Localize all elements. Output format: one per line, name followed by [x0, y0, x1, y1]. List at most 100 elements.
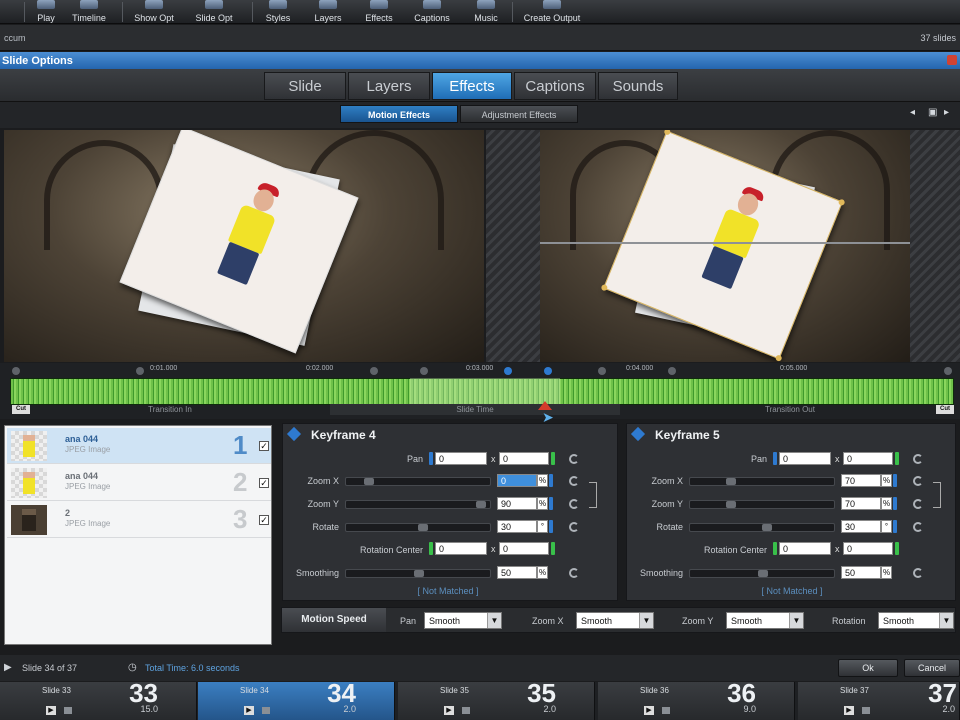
not-matched-link[interactable]: [ Not Matched ]: [727, 586, 857, 596]
keyframe-marker[interactable]: [420, 367, 428, 375]
zoom-x-speed-select[interactable]: Smooth ▼: [576, 612, 654, 629]
reset-icon[interactable]: [913, 499, 923, 509]
pan-speed-select[interactable]: Smooth ▼: [424, 612, 502, 629]
play-icon[interactable]: ▶: [244, 706, 254, 715]
zoom-y-slider[interactable]: [689, 500, 835, 509]
layer-visible-checkbox[interactable]: ✓: [259, 441, 269, 451]
keyframe-marker[interactable]: [668, 367, 676, 375]
keyframe-marker-selected[interactable]: [504, 367, 512, 375]
styles-button[interactable]: Styles: [258, 0, 298, 24]
pan-y-input[interactable]: 0: [843, 452, 893, 465]
layers-button[interactable]: Layers: [308, 0, 348, 24]
sound-icon[interactable]: [662, 707, 670, 714]
reset-icon[interactable]: [913, 522, 923, 532]
start-preview[interactable]: [4, 130, 484, 362]
smoothing-slider[interactable]: [345, 569, 491, 578]
filmstrip-slide[interactable]: Slide 33 33 15.0 ▶: [0, 678, 197, 720]
filmstrip-slide[interactable]: Slide 36 36 9.0 ▶: [598, 678, 795, 720]
zoom-y-input[interactable]: 90: [497, 497, 537, 510]
close-icon[interactable]: [947, 55, 957, 65]
reset-icon[interactable]: [569, 568, 579, 578]
list-item[interactable]: ana 044 JPEG Image 1 ✓: [7, 428, 271, 464]
reset-icon[interactable]: [569, 522, 579, 532]
cancel-button[interactable]: Cancel: [904, 659, 960, 677]
zoom-x-input[interactable]: 0: [497, 474, 537, 487]
reset-icon[interactable]: [569, 499, 579, 509]
slide-options-button[interactable]: Slide Opt: [188, 0, 240, 24]
music-button[interactable]: Music: [466, 0, 506, 24]
arrow-left-icon[interactable]: ◂: [910, 108, 922, 118]
sound-icon[interactable]: [262, 707, 270, 714]
sound-icon[interactable]: [462, 707, 470, 714]
zoom-y-speed-select[interactable]: Smooth ▼: [726, 612, 804, 629]
keyframe-marker-selected[interactable]: [544, 367, 552, 375]
reset-icon[interactable]: [913, 568, 923, 578]
resize-handle[interactable]: [663, 130, 672, 136]
rotate-input[interactable]: 30: [497, 520, 537, 533]
reset-icon[interactable]: [913, 454, 923, 464]
filmstrip-slide-selected[interactable]: Slide 34 34 2.0 ▶: [198, 678, 395, 720]
keyframe-marker[interactable]: [136, 367, 144, 375]
captions-button[interactable]: Captions: [408, 0, 456, 24]
tab-adjustment-effects[interactable]: Adjustment Effects: [460, 105, 578, 123]
zoom-y-input[interactable]: 70: [841, 497, 881, 510]
pan-x-input[interactable]: 0: [435, 452, 487, 465]
tab-motion-effects[interactable]: Motion Effects: [340, 105, 458, 123]
arrow-right-icon[interactable]: ▸: [944, 108, 956, 118]
resize-handle[interactable]: [600, 283, 609, 292]
resize-handle[interactable]: [774, 354, 783, 362]
rotation-center-x-input[interactable]: 0: [435, 542, 487, 555]
zoom-y-slider[interactable]: [345, 500, 491, 509]
sound-icon[interactable]: [862, 707, 870, 714]
tab-captions[interactable]: Captions: [514, 72, 596, 100]
rotation-center-y-input[interactable]: 0: [499, 542, 549, 555]
tab-effects[interactable]: Effects: [432, 72, 512, 100]
play-icon[interactable]: ▶: [46, 706, 56, 715]
timeline-button[interactable]: Timeline: [66, 0, 112, 24]
ok-button[interactable]: Ok: [838, 659, 898, 677]
pan-y-input[interactable]: 0: [499, 452, 549, 465]
rotation-center-x-input[interactable]: 0: [779, 542, 831, 555]
end-preview[interactable]: [540, 130, 910, 362]
zoom-x-input[interactable]: 70: [841, 474, 881, 487]
tab-layers[interactable]: Layers: [348, 72, 430, 100]
rotate-slider[interactable]: [345, 523, 491, 532]
play-icon[interactable]: ▶: [444, 706, 454, 715]
smoothing-slider[interactable]: [689, 569, 835, 578]
list-item[interactable]: 2 JPEG Image 3 ✓: [7, 502, 271, 538]
create-output-button[interactable]: Create Output: [518, 0, 586, 24]
reset-icon[interactable]: [913, 476, 923, 486]
rotate-input[interactable]: 30: [841, 520, 881, 533]
smoothing-input[interactable]: 50: [497, 566, 537, 579]
show-options-button[interactable]: Show Opt: [128, 0, 180, 24]
effects-button[interactable]: Effects: [358, 0, 400, 24]
play-small-icon[interactable]: ▶: [4, 662, 12, 673]
not-matched-link[interactable]: [ Not Matched ]: [383, 586, 513, 596]
filmstrip-slide[interactable]: Slide 37 37 2.0 ▶: [798, 678, 960, 720]
reset-icon[interactable]: [569, 454, 579, 464]
keyframe-timeline[interactable]: 0:01.000 0:02.000 0:03.000 0:04.000 0:05…: [0, 363, 960, 419]
play-icon[interactable]: ▶: [644, 706, 654, 715]
tab-slide[interactable]: Slide: [264, 72, 346, 100]
rotate-slider[interactable]: [689, 523, 835, 532]
zoom-link-icon[interactable]: [933, 482, 941, 508]
rotation-center-y-input[interactable]: 0: [843, 542, 893, 555]
sound-icon[interactable]: [64, 707, 72, 714]
keyframe-marker[interactable]: [944, 367, 952, 375]
play-icon[interactable]: ▶: [844, 706, 854, 715]
play-button[interactable]: Play: [30, 0, 62, 24]
keyframe-marker[interactable]: [598, 367, 606, 375]
rotation-speed-select[interactable]: Smooth ▼: [878, 612, 954, 629]
zoom-link-icon[interactable]: [589, 482, 597, 508]
keyframe-marker[interactable]: [12, 367, 20, 375]
filmstrip-slide[interactable]: Slide 35 35 2.0 ▶: [398, 678, 595, 720]
pan-x-input[interactable]: 0: [779, 452, 831, 465]
list-item[interactable]: ana 044 JPEG Image 2 ✓: [7, 465, 271, 501]
tab-sounds[interactable]: Sounds: [598, 72, 678, 100]
zoom-x-slider[interactable]: [345, 477, 491, 486]
zoom-x-slider[interactable]: [689, 477, 835, 486]
smoothing-input[interactable]: 50: [841, 566, 881, 579]
keyframe-marker[interactable]: [370, 367, 378, 375]
reset-icon[interactable]: [569, 476, 579, 486]
copy-keyframe-icon[interactable]: ▣: [928, 108, 940, 118]
